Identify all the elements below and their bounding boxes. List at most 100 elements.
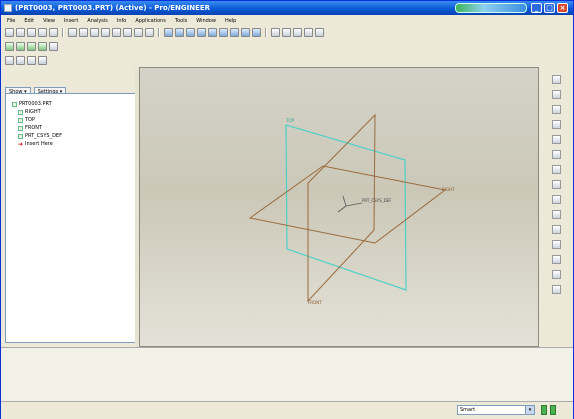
tree-item[interactable]: PRT0003.PRT bbox=[12, 100, 136, 108]
redo-icon[interactable] bbox=[79, 28, 88, 37]
datum-point-tool-icon[interactable] bbox=[27, 42, 36, 51]
datum-axis-tool-icon[interactable] bbox=[16, 42, 25, 51]
message-area bbox=[1, 347, 573, 401]
wireframe-icon[interactable] bbox=[271, 28, 280, 37]
vertical-brown-datum-plane[interactable] bbox=[307, 113, 376, 303]
status-light-icon bbox=[550, 405, 556, 415]
menu-insert[interactable]: Insert bbox=[64, 18, 78, 24]
tree-item[interactable]: ➜ Insert Here bbox=[12, 140, 136, 148]
application-window: (PRT0003, PRT0003.PRT) (Active) - Pro/EN… bbox=[0, 0, 574, 419]
tree-item-label: FRONT bbox=[25, 125, 43, 131]
insert-arrow-icon: ➜ bbox=[18, 140, 24, 148]
toolbar-separator bbox=[62, 28, 64, 37]
datum-planes-toggle-icon[interactable] bbox=[315, 28, 324, 37]
tree-item-label: TOP bbox=[25, 117, 36, 123]
tree-item[interactable]: FRONT bbox=[12, 124, 136, 132]
tree-item[interactable]: PRT_CSYS_DEF bbox=[12, 132, 136, 140]
csys-label: PRT_CSYS_DEF bbox=[362, 198, 392, 203]
close-button[interactable]: × bbox=[557, 3, 568, 13]
cyan-datum-plane[interactable] bbox=[285, 124, 407, 291]
extrude-tool-icon[interactable] bbox=[551, 90, 561, 99]
connections-icon[interactable] bbox=[38, 56, 47, 65]
undo-icon[interactable] bbox=[68, 28, 77, 37]
paste-special-icon[interactable] bbox=[123, 28, 132, 37]
new-file-icon[interactable] bbox=[5, 28, 14, 37]
sweep-tool-icon[interactable] bbox=[551, 120, 561, 129]
spin-center-icon[interactable] bbox=[175, 28, 184, 37]
plane-label-top: TOP bbox=[285, 118, 295, 123]
copy-icon[interactable] bbox=[101, 28, 110, 37]
shading-icon[interactable] bbox=[304, 28, 313, 37]
hole-tool-icon[interactable] bbox=[551, 150, 561, 159]
mirror-tool-icon[interactable] bbox=[551, 255, 561, 264]
favorites-icon[interactable] bbox=[27, 56, 36, 65]
csys-tool-icon[interactable] bbox=[38, 42, 47, 51]
maximize-button[interactable]: □ bbox=[544, 3, 555, 13]
folder-browser-icon[interactable] bbox=[16, 56, 25, 65]
menu-tools[interactable]: Tools bbox=[175, 18, 187, 24]
round-tool-icon[interactable] bbox=[551, 210, 561, 219]
reorient-icon[interactable] bbox=[230, 28, 239, 37]
menu-analysis[interactable]: Analysis bbox=[87, 18, 108, 24]
model-tree-toolbar bbox=[5, 56, 47, 65]
horizontal-brown-datum-plane[interactable] bbox=[248, 165, 447, 244]
toolbar-separator bbox=[158, 28, 160, 37]
refit-icon[interactable] bbox=[219, 28, 228, 37]
merge-tool-icon[interactable] bbox=[551, 270, 561, 279]
menu-applications[interactable]: Applications bbox=[135, 18, 166, 24]
zoom-in-icon[interactable] bbox=[197, 28, 206, 37]
trim-tool-icon[interactable] bbox=[551, 285, 561, 294]
minimize-button[interactable]: _ bbox=[531, 3, 542, 13]
menu-info[interactable]: Info bbox=[117, 18, 126, 24]
saved-views-icon[interactable] bbox=[241, 28, 250, 37]
csys-x-axis bbox=[345, 202, 363, 207]
blend-tool-icon[interactable] bbox=[551, 135, 561, 144]
sketch-tool-icon[interactable] bbox=[551, 75, 561, 84]
menu-edit[interactable]: Edit bbox=[24, 18, 34, 24]
paste-icon[interactable] bbox=[112, 28, 121, 37]
shell-tool-icon[interactable] bbox=[551, 165, 561, 174]
context-help-icon[interactable] bbox=[49, 42, 58, 51]
draft-tool-icon[interactable] bbox=[551, 195, 561, 204]
tree-item-label: RIGHT bbox=[25, 109, 41, 115]
csys-y-axis bbox=[342, 195, 347, 207]
cut-icon[interactable] bbox=[90, 28, 99, 37]
chevron-down-icon[interactable]: ▾ bbox=[525, 406, 534, 414]
title-bar[interactable]: (PRT0003, PRT0003.PRT) (Active) - Pro/EN… bbox=[1, 1, 573, 15]
datum-plane-icon bbox=[18, 125, 23, 131]
datum-plane-tool-icon[interactable] bbox=[5, 42, 14, 51]
print-icon[interactable] bbox=[38, 28, 47, 37]
find-icon[interactable] bbox=[145, 28, 154, 37]
layers-icon[interactable] bbox=[252, 28, 261, 37]
menu-view[interactable]: View bbox=[43, 18, 55, 24]
hidden-line-icon[interactable] bbox=[282, 28, 291, 37]
status-lights bbox=[541, 405, 556, 415]
tree-item-label: PRT0003.PRT bbox=[19, 101, 52, 107]
csys-z-axis bbox=[337, 205, 347, 213]
menu-help[interactable]: Help bbox=[225, 18, 236, 24]
window-title: (PRT0003, PRT0003.PRT) (Active) - Pro/EN… bbox=[15, 4, 211, 12]
rib-tool-icon[interactable] bbox=[551, 180, 561, 189]
pattern-tool-icon[interactable] bbox=[551, 240, 561, 249]
revolve-tool-icon[interactable] bbox=[551, 105, 561, 114]
open-file-icon[interactable] bbox=[16, 28, 25, 37]
graphics-window[interactable]: PRT_CSYS_DEF FRONT RIGHT TOP bbox=[139, 67, 539, 347]
regenerate-icon[interactable] bbox=[134, 28, 143, 37]
datum-plane-icon bbox=[18, 109, 23, 115]
menu-window[interactable]: Window bbox=[196, 18, 216, 24]
tree-item[interactable]: TOP bbox=[12, 116, 136, 124]
repaint-icon[interactable] bbox=[164, 28, 173, 37]
chamfer-tool-icon[interactable] bbox=[551, 225, 561, 234]
no-hidden-icon[interactable] bbox=[293, 28, 302, 37]
model-tree: PRT0003.PRT RIGHT TOP FRONT PRT_CSYS_DEF… bbox=[6, 94, 136, 148]
main-toolbar bbox=[5, 28, 324, 37]
save-icon[interactable] bbox=[27, 28, 36, 37]
email-icon[interactable] bbox=[49, 28, 58, 37]
model-tree-icon[interactable] bbox=[5, 56, 14, 65]
orient-mode-icon[interactable] bbox=[186, 28, 195, 37]
zoom-out-icon[interactable] bbox=[208, 28, 217, 37]
datum-plane-icon bbox=[18, 117, 23, 123]
menu-file[interactable]: File bbox=[7, 18, 15, 24]
selection-filter[interactable]: Smart ▾ bbox=[457, 405, 535, 415]
tree-item[interactable]: RIGHT bbox=[12, 108, 136, 116]
